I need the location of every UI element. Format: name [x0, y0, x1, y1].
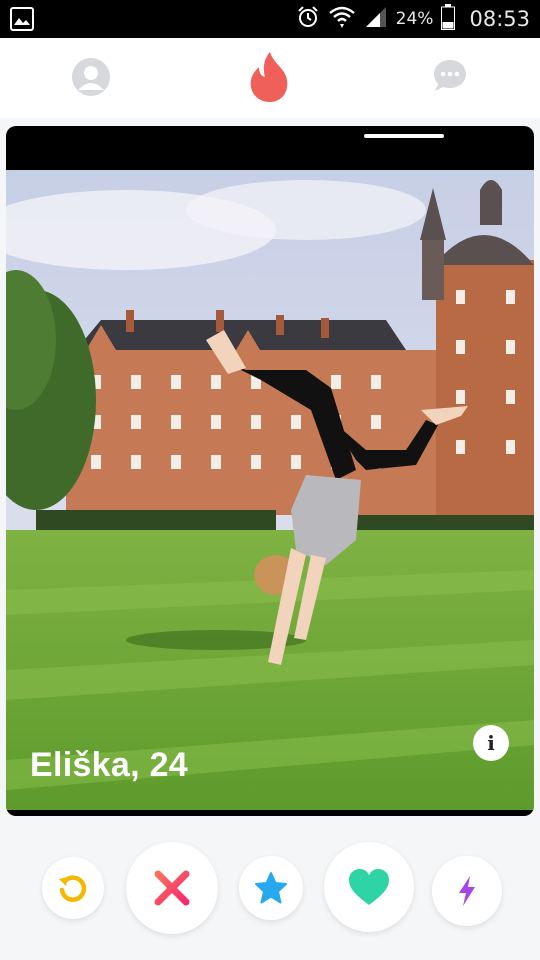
info-button[interactable]: i [473, 725, 509, 761]
bolt-icon [459, 876, 475, 906]
heart-icon [349, 869, 389, 905]
battery-icon [441, 4, 456, 34]
signal-icon [364, 5, 388, 33]
flame-icon[interactable] [247, 50, 293, 108]
clock: 08:53 [469, 7, 530, 31]
status-bar: 24% 08:53 [0, 0, 540, 38]
profile-icon[interactable] [72, 58, 110, 100]
gallery-notification-icon [10, 7, 34, 35]
rewind-button[interactable] [42, 857, 104, 919]
super-like-button[interactable] [239, 856, 303, 920]
info-icon: i [487, 731, 495, 755]
battery-percent: 24% [395, 9, 434, 29]
nope-button[interactable] [126, 842, 218, 934]
rewind-icon [59, 875, 87, 902]
alarm-icon [296, 5, 320, 33]
top-nav [0, 38, 540, 118]
profile-name-age: Eliška, 24 [30, 746, 189, 784]
messages-icon[interactable] [432, 58, 468, 98]
profile-card[interactable]: Eliška, 24 i [6, 126, 534, 816]
boost-button[interactable] [432, 856, 502, 926]
star-icon [255, 872, 287, 904]
photo-indicator [364, 134, 444, 138]
profile-photo [6, 170, 534, 810]
x-icon [154, 870, 190, 906]
like-button[interactable] [324, 842, 414, 932]
wifi-icon [328, 5, 356, 33]
